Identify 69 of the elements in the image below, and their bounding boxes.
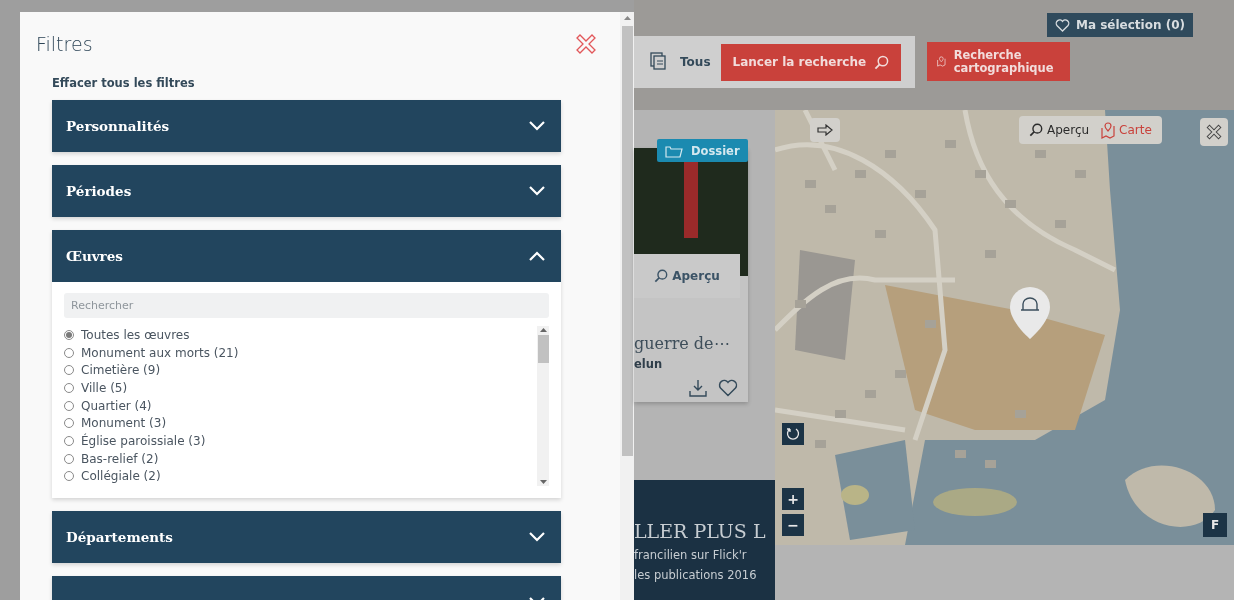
accordion-header[interactable]: Périodes: [52, 165, 561, 217]
map-search-button[interactable]: Recherche cartographique: [927, 42, 1070, 81]
promo-heading: LLER PLUS L: [634, 520, 767, 542]
accordion-header[interactable]: Personnalités: [52, 100, 561, 152]
radio-option[interactable]: Monument aux morts (21): [64, 343, 537, 362]
accordion-header[interactable]: Départements: [52, 511, 561, 563]
selection-button[interactable]: Ma sélection (0): [1047, 13, 1193, 37]
close-map-button[interactable]: [1200, 118, 1228, 146]
view-tab[interactable]: Aperçu: [1023, 123, 1096, 137]
download-icon[interactable]: [688, 379, 708, 397]
radio-icon[interactable]: [64, 471, 74, 482]
radio-icon[interactable]: [64, 453, 74, 464]
radio-option[interactable]: Collégiale (2): [64, 467, 537, 486]
rotate-button[interactable]: [782, 423, 804, 445]
radio-option[interactable]: Église paroissiale (3): [64, 432, 537, 450]
heart-icon[interactable]: [718, 379, 738, 397]
heart-icon: [1055, 18, 1070, 32]
promo-text: les publications 2016: [634, 568, 758, 582]
radio-icon[interactable]: [64, 382, 74, 393]
radio-option[interactable]: Toutes les œuvres: [64, 326, 537, 344]
radio-option[interactable]: Cimetière (9): [64, 361, 537, 380]
preview-button[interactable]: Aperçu: [634, 254, 740, 298]
documents-icon: [650, 52, 668, 72]
close-button[interactable]: [574, 32, 598, 56]
radio-icon[interactable]: [64, 329, 74, 340]
chevron-up-icon: [529, 251, 545, 261]
search-icon: [654, 269, 669, 283]
card-title: guerre de⋯: [634, 334, 731, 353]
accordion-header[interactable]: Œuvres: [52, 230, 561, 282]
chevron-down-icon: [529, 121, 545, 131]
search-icon: [874, 54, 890, 70]
card-subtitle: elun: [634, 357, 664, 371]
arrow-button[interactable]: [810, 118, 840, 142]
radio-icon[interactable]: [64, 435, 74, 446]
chevron-down-icon: [529, 532, 545, 542]
radio-icon[interactable]: [64, 365, 74, 376]
search-field[interactable]: Rechercher: [64, 293, 549, 318]
folder-badge: Dossier: [657, 139, 748, 162]
map-icon: [1101, 121, 1116, 139]
fullscreen-button[interactable]: F: [1203, 513, 1227, 537]
list-scrollbar[interactable]: [537, 326, 549, 486]
close-icon: [1205, 123, 1223, 141]
radio-option[interactable]: Bas-relief (2): [64, 449, 537, 468]
radio-icon[interactable]: [64, 418, 74, 429]
folder-icon: [665, 143, 683, 158]
close-icon: [574, 32, 598, 56]
scroll-up-icon[interactable]: [623, 16, 631, 20]
rotate-icon: [786, 427, 800, 441]
scroll-thumb[interactable]: [537, 335, 549, 363]
arrow-right-icon: [817, 124, 833, 136]
promo-text: francilien sur Flick'r: [634, 548, 748, 562]
scroll-down-icon[interactable]: [539, 480, 547, 484]
search-button[interactable]: Lancer la recherche: [720, 43, 902, 81]
scroll-thumb[interactable]: [621, 26, 633, 456]
zoom-out-button[interactable]: −: [782, 514, 804, 536]
radio-icon[interactable]: [64, 400, 74, 411]
radio-option[interactable]: Quartier (4): [64, 396, 537, 415]
radio-option[interactable]: Monument (3): [64, 414, 537, 433]
radio-option[interactable]: Ville (5): [64, 379, 537, 397]
clear-filters-link[interactable]: Effacer tous les filtres: [52, 76, 620, 90]
scroll-up-icon[interactable]: [539, 328, 547, 332]
scope-selector[interactable]: Tous: [650, 52, 711, 72]
panel-title: Filtres: [36, 33, 93, 55]
chevron-down-icon: [529, 186, 545, 196]
map-icon: [937, 53, 946, 70]
zoom-in-button[interactable]: +: [782, 488, 804, 510]
search-icon: [1029, 123, 1043, 137]
panel-scrollbar[interactable]: [620, 12, 634, 600]
radio-icon[interactable]: [64, 347, 74, 358]
